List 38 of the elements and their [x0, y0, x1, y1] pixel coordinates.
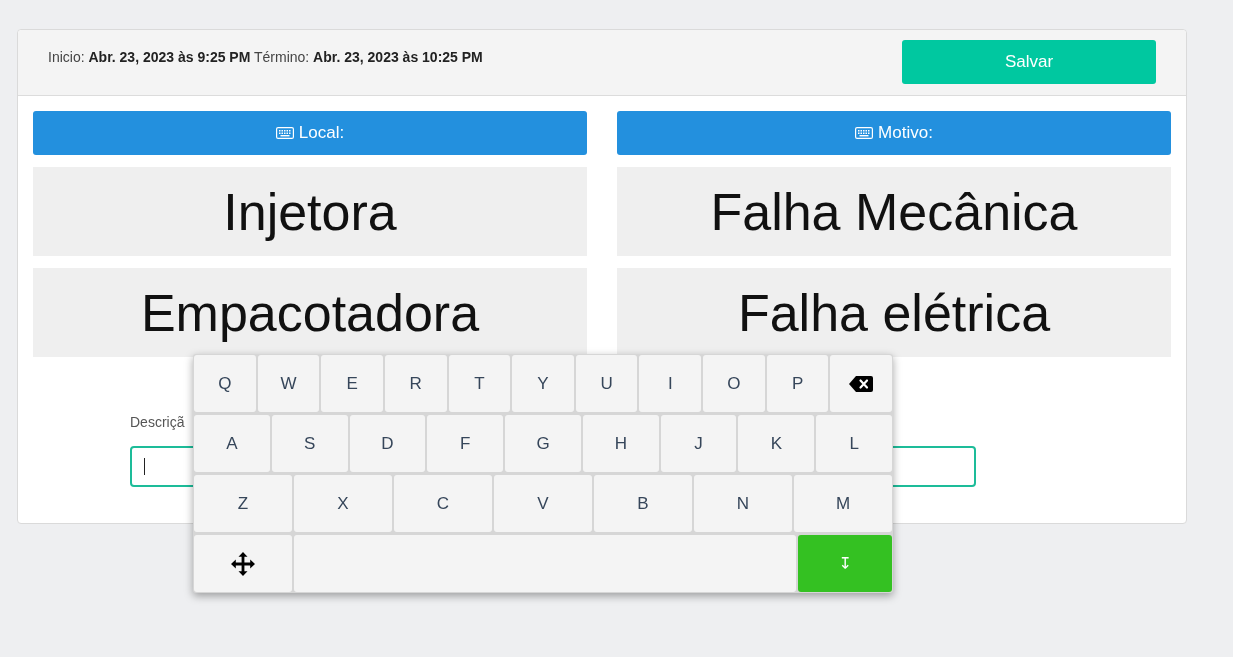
- key-button[interactable]: G: [505, 415, 581, 472]
- key-button[interactable]: E: [321, 355, 383, 412]
- field-label: Descriçã: [130, 414, 185, 430]
- key-button[interactable]: T: [448, 355, 511, 412]
- key-button[interactable]: H: [582, 415, 659, 472]
- key-button[interactable]: Z: [194, 475, 292, 532]
- key-button[interactable]: X: [294, 475, 392, 532]
- key-button[interactable]: Q: [194, 355, 256, 412]
- key-button[interactable]: V: [494, 475, 592, 532]
- option-button[interactable]: Falha elétrica: [617, 268, 1171, 357]
- key-button[interactable]: A: [194, 415, 270, 472]
- option-button[interactable]: Falha Mecânica: [617, 167, 1171, 256]
- option-button[interactable]: Injetora: [33, 167, 587, 256]
- key-button[interactable]: N: [694, 475, 792, 532]
- backspace-key[interactable]: [830, 355, 893, 412]
- key-button[interactable]: F: [427, 415, 504, 472]
- keyboard-icon: [855, 127, 874, 139]
- key-button[interactable]: Y: [512, 355, 574, 412]
- key-button[interactable]: U: [575, 355, 638, 412]
- move-key[interactable]: [194, 535, 293, 592]
- key-button[interactable]: R: [384, 355, 447, 412]
- key-button[interactable]: K: [738, 415, 815, 472]
- backspace-icon: [849, 375, 874, 392]
- key-button[interactable]: B: [594, 475, 692, 532]
- key-button[interactable]: M: [794, 475, 892, 532]
- key-button[interactable]: I: [639, 355, 702, 412]
- key-button[interactable]: W: [257, 355, 320, 412]
- key-button[interactable]: L: [816, 415, 893, 472]
- schedule-text: Inicio: Abr. 23, 2023 às 9:25 PM Término: Abr. 23, 2023 às 10:25 PM: [48, 48, 483, 66]
- key-button[interactable]: C: [394, 475, 492, 532]
- key-button[interactable]: O: [703, 355, 765, 412]
- key-button[interactable]: S: [271, 415, 348, 472]
- key-button[interactable]: D: [349, 415, 426, 472]
- keyboard-icon: [275, 127, 294, 139]
- move-icon: [231, 551, 256, 576]
- key-button[interactable]: P: [766, 355, 829, 412]
- option-button[interactable]: Empacotadora: [33, 268, 587, 357]
- key-button[interactable]: J: [660, 415, 737, 472]
